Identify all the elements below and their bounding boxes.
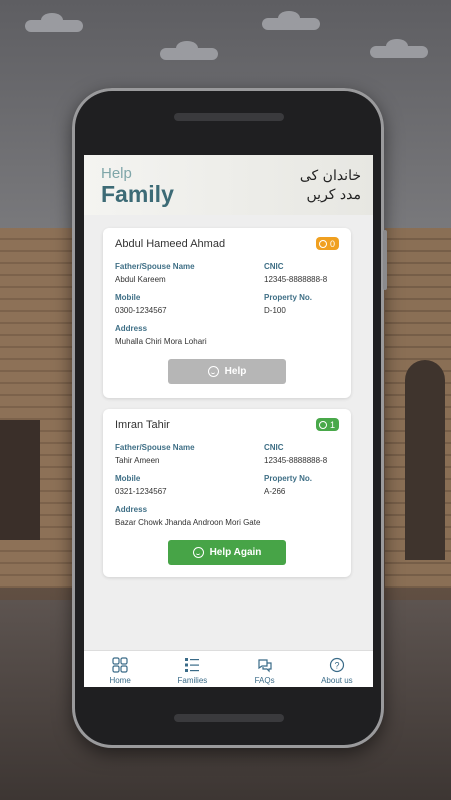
- cloud: [370, 39, 428, 58]
- help-count-badge: 0: [315, 237, 339, 250]
- property-value: A-266: [264, 487, 286, 496]
- cnic-value: 12345-8888888-8: [264, 456, 328, 465]
- app-header: Help Family خاندان کی مدد کریں: [84, 155, 373, 215]
- family-card: Abdul Hameed Ahmad 0 Father/Spouse Name …: [103, 228, 351, 398]
- doorway-left: [0, 420, 40, 540]
- nav-faqs[interactable]: FAQs: [229, 651, 301, 687]
- mobile-label: Mobile: [115, 293, 141, 302]
- urdu-title-line2: مدد کریں: [306, 187, 361, 203]
- cloud: [262, 11, 320, 30]
- help-count-badge: 1: [315, 418, 339, 431]
- property-label: Property No.: [264, 474, 313, 483]
- nav-families-label: Families: [177, 676, 208, 685]
- nav-faqs-label: FAQs: [254, 676, 275, 685]
- cloud: [160, 41, 218, 60]
- family-card: Imran Tahir 1 Father/Spouse Name Tahir A…: [103, 409, 351, 577]
- cnic-label: CNIC: [264, 443, 284, 452]
- header-family-text: Family: [101, 181, 174, 207]
- phone-speaker-top: [174, 113, 284, 121]
- smile-icon: [192, 547, 204, 558]
- address-label: Address: [115, 324, 148, 333]
- arch-right: [405, 360, 445, 560]
- help-button-label: Help: [224, 366, 247, 377]
- father-label: Father/Spouse Name: [115, 262, 195, 271]
- header-help-text: Help: [101, 165, 132, 182]
- urdu-title-line1: خاندان کی: [299, 168, 361, 184]
- mobile-value: 0300-1234567: [115, 306, 167, 315]
- property-label: Property No.: [264, 293, 313, 302]
- svg-text:?: ?: [334, 661, 339, 671]
- family-name: Abdul Hameed Ahmad: [115, 238, 226, 250]
- address-value: Muhalla Chiri Mora Lohari: [115, 337, 207, 346]
- address-label: Address: [115, 505, 148, 514]
- nav-home[interactable]: Home: [84, 651, 156, 687]
- family-name: Imran Tahir: [115, 419, 170, 431]
- father-value: Tahir Ameen: [115, 456, 160, 465]
- smile-icon: [207, 366, 219, 377]
- smile-icon: [318, 420, 327, 429]
- urdu-title: خاندان کی مدد کریں: [281, 167, 361, 205]
- phone-side-button: [383, 230, 387, 290]
- app-screen: Help Family خاندان کی مدد کریں Abdul Ham…: [84, 155, 373, 687]
- father-value: Abdul Kareem: [115, 275, 166, 284]
- help-count: 0: [329, 238, 335, 249]
- cloud: [25, 13, 83, 32]
- father-label: Father/Spouse Name: [115, 443, 195, 452]
- question-icon: ?: [329, 657, 345, 673]
- cnic-label: CNIC: [264, 262, 284, 271]
- list-icon: [184, 657, 200, 673]
- mobile-label: Mobile: [115, 474, 141, 483]
- help-again-button[interactable]: Help Again: [168, 540, 286, 565]
- nav-about-label: About us: [321, 676, 353, 685]
- property-value: D-100: [264, 306, 286, 315]
- help-button[interactable]: Help: [168, 359, 286, 384]
- address-value: Bazar Chowk Jhanda Androon Mori Gate: [115, 518, 261, 527]
- nav-about[interactable]: ? About us: [301, 651, 373, 687]
- nav-home-label: Home: [109, 676, 131, 685]
- nav-families[interactable]: Families: [156, 651, 228, 687]
- smile-icon: [318, 239, 327, 248]
- mobile-value: 0321-1234567: [115, 487, 167, 496]
- grid-icon: [112, 657, 128, 673]
- cnic-value: 12345-8888888-8: [264, 275, 328, 284]
- chat-bubbles-icon: [257, 657, 273, 673]
- help-again-button-label: Help Again: [209, 547, 262, 558]
- phone-speaker-bottom: [174, 714, 284, 722]
- help-count: 1: [329, 419, 335, 430]
- bottom-nav: Home Families FAQs ? About us: [84, 650, 373, 687]
